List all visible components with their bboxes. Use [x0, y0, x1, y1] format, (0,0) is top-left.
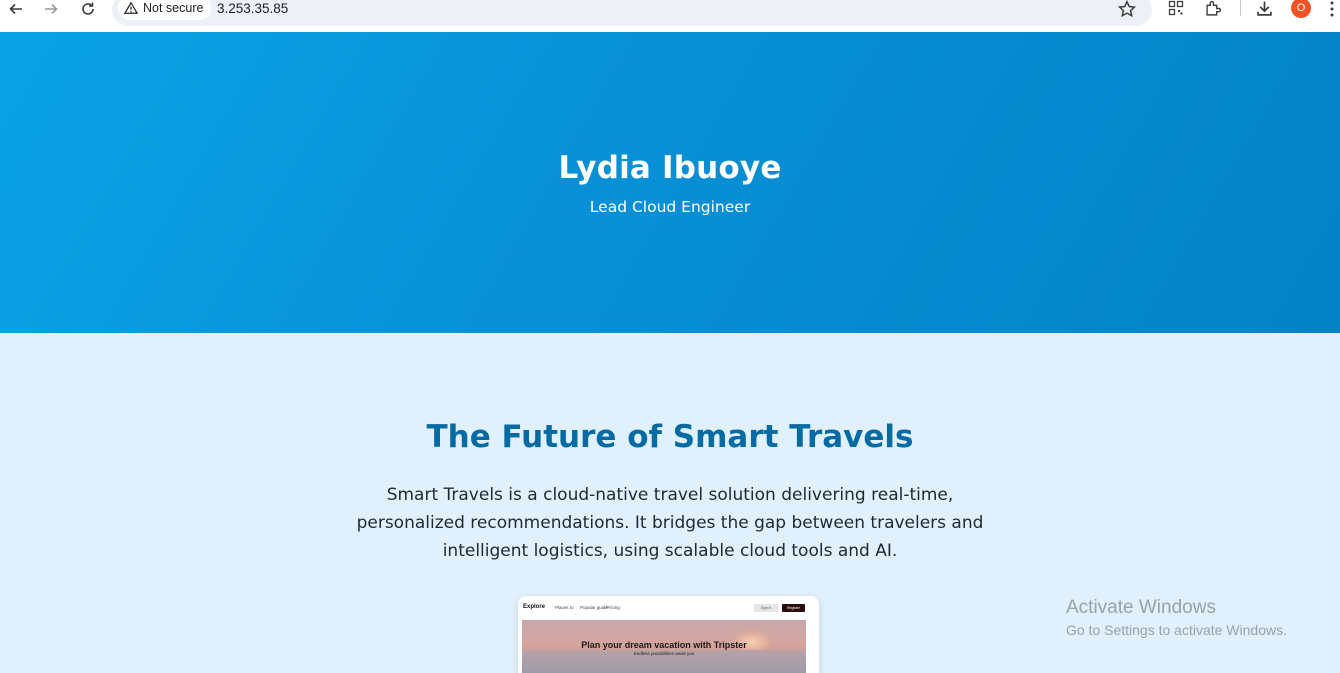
extensions-icon[interactable]: [1205, 0, 1223, 18]
hero-name: Lydia Ibuoye: [558, 150, 782, 186]
preview-hero-image: Plan your dream vacation with Tripster E…: [522, 620, 806, 673]
section-title: The Future of Smart Travels: [426, 419, 914, 455]
download-icon[interactable]: [1256, 0, 1274, 18]
address-bar[interactable]: Not secure 3.253.35.85: [112, 0, 1152, 26]
forward-icon[interactable]: [39, 0, 63, 18]
preview-subline: Endless possibilities await you: [633, 651, 695, 656]
reload-icon[interactable]: [76, 0, 100, 18]
profile-avatar[interactable]: O: [1291, 0, 1311, 18]
preview-nav-link: Places to: [555, 605, 574, 610]
hero-role: Lead Cloud Engineer: [589, 198, 751, 216]
hero-banner: Lydia Ibuoye Lead Cloud Engineer: [0, 32, 1340, 333]
browser-toolbar: Not secure 3.253.35.85 O: [0, 0, 1340, 32]
back-icon[interactable]: [4, 0, 28, 18]
activation-watermark-subtitle: Go to Settings to activate Windows.: [1066, 622, 1287, 638]
preview-register-button: Register: [782, 604, 805, 612]
activation-watermark-title: Activate Windows: [1066, 597, 1216, 618]
star-icon[interactable]: [1117, 0, 1137, 18]
warning-icon: [124, 1, 138, 14]
url-text[interactable]: 3.253.35.85: [217, 1, 288, 16]
preview-navbar: Explore Places to Popular guide Pricing …: [518, 596, 819, 620]
project-preview-card[interactable]: Explore Places to Popular guide Pricing …: [518, 596, 819, 673]
preview-signin-button: Sign in: [754, 604, 778, 612]
menu-dots-icon[interactable]: [1328, 0, 1336, 18]
section-description: Smart Travels is a cloud-native travel s…: [356, 485, 984, 561]
qr-code-icon[interactable]: [1168, 0, 1186, 18]
preview-nav-link: Pricing: [606, 605, 620, 610]
security-label: Not secure: [143, 1, 204, 15]
preview-nav-link: Popular guide: [580, 605, 608, 610]
security-chip[interactable]: Not secure: [118, 0, 212, 20]
preview-headline: Plan your dream vacation with Tripster: [581, 640, 747, 650]
preview-logo: Explore: [523, 604, 546, 610]
toolbar-separator: [1240, 0, 1241, 16]
